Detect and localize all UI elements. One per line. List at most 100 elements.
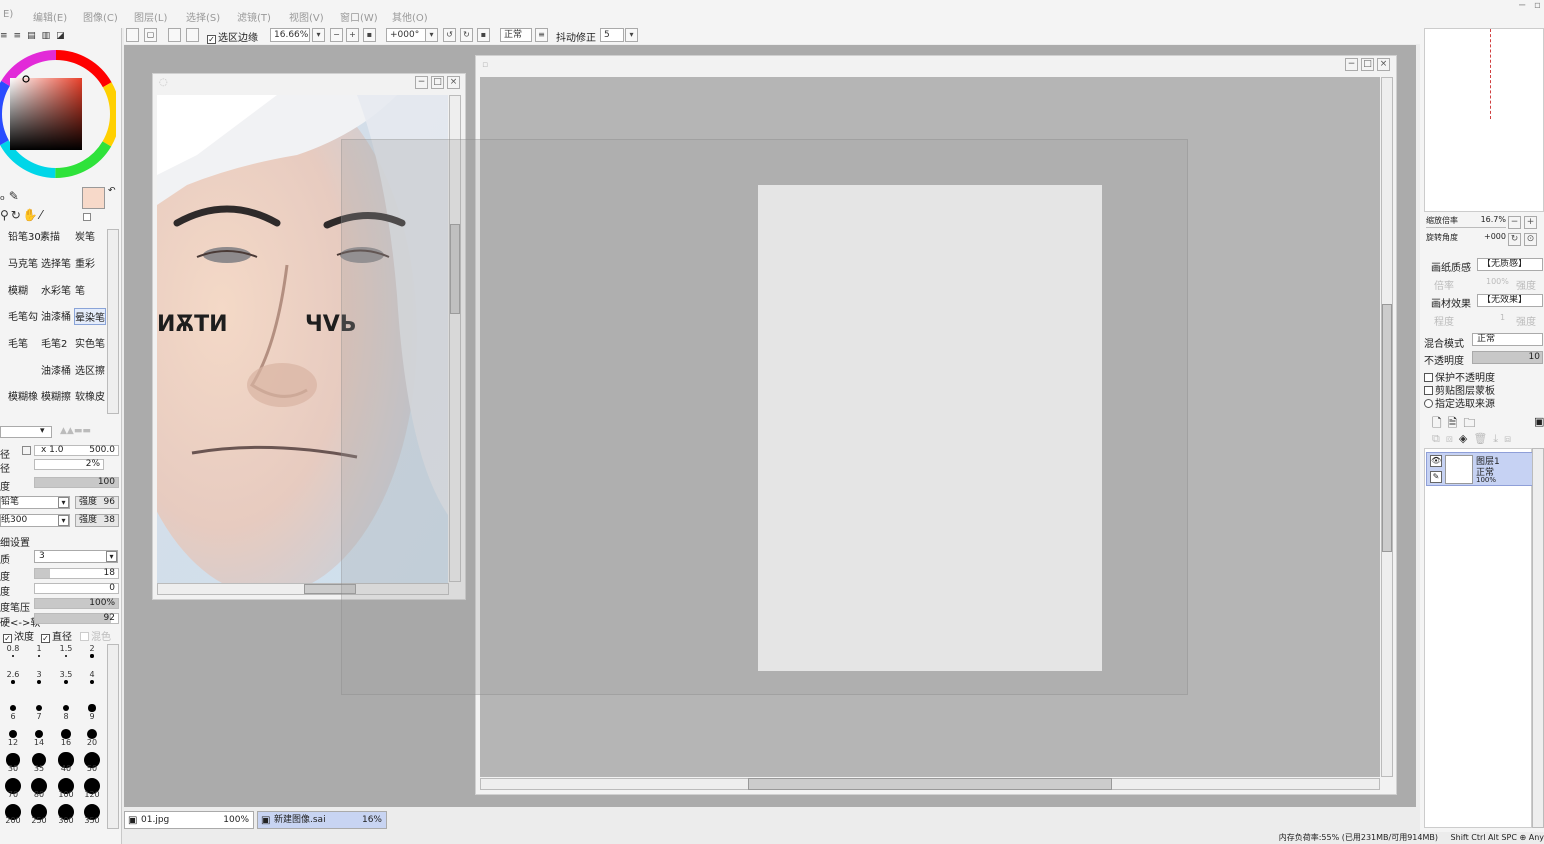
tab-new-image[interactable]: ▣ 新建图像.sai 16% (257, 811, 387, 829)
brush-size-dot[interactable] (11, 680, 15, 684)
canvas-vscroll-thumb[interactable] (1382, 304, 1392, 552)
blend-mode-field[interactable]: 正常 (1472, 333, 1543, 346)
opacity-slider[interactable]: 10 (1472, 351, 1543, 364)
layer-row[interactable]: 👁 ✎ 图层1 正常 100% (1426, 452, 1542, 486)
brush-slot[interactable]: 毛笔勾 (8, 308, 38, 323)
brush-slot[interactable]: 笔 (75, 282, 85, 297)
close-icon[interactable]: × (1377, 58, 1390, 71)
color-wheel[interactable] (0, 44, 116, 180)
new-layer-icon[interactable]: 🗋 (1432, 416, 1448, 430)
brush-slot[interactable]: 模糊 (8, 282, 28, 297)
brush-slot[interactable]: 毛笔 (8, 335, 28, 350)
brush-size-dot[interactable] (90, 654, 94, 658)
navigator-preview[interactable] (1424, 28, 1544, 212)
rotation-dropdown-icon[interactable]: ▾ (425, 28, 438, 42)
pen-select-icon[interactable]: ✎ (9, 189, 19, 203)
brush-size-dot[interactable] (35, 704, 43, 712)
zoom-tool-icon[interactable]: ⚲ (0, 208, 11, 222)
stabilizer-field[interactable]: 5 (600, 28, 624, 42)
edge-slider[interactable]: 18 (34, 568, 119, 579)
menu-layer[interactable]: 图层(L) (134, 9, 167, 24)
mix-pressure-checkbox[interactable]: 混色 (80, 628, 111, 643)
menu-other[interactable]: 其他(O) (392, 9, 428, 24)
brush-size-dot[interactable] (37, 654, 41, 658)
new-folder-icon[interactable]: 🗀 (1463, 416, 1481, 430)
diameter-slider[interactable]: x 1.0 500.0 (34, 445, 119, 456)
menu-view[interactable]: 视图(V) (289, 9, 324, 24)
stabilizer-dropdown-icon[interactable]: ▾ (625, 28, 638, 42)
zoom-reset-icon[interactable]: ▪ (363, 28, 376, 42)
zoom-in-icon[interactable]: + (346, 28, 359, 42)
brush-slot[interactable]: 素描 (40, 228, 60, 243)
minimize-icon[interactable]: − (415, 76, 428, 89)
layer-list-scrollbar[interactable] (1532, 448, 1544, 828)
canvas-hscroll-thumb[interactable] (748, 778, 1112, 790)
nav-zoom-out-icon[interactable]: − (1508, 216, 1521, 229)
brush-slot[interactable]: 软橡皮 (75, 388, 105, 403)
min-diameter-slider[interactable]: 2% (34, 459, 104, 470)
close-icon[interactable]: × (447, 76, 460, 89)
minimize-icon[interactable]: − (1345, 58, 1358, 71)
density-slider[interactable]: 100 (34, 477, 119, 488)
panel-layout-icons[interactable]: ≡≡▤▥◪ (0, 31, 90, 41)
minimize-icon[interactable]: − (1518, 0, 1526, 11)
zoom-slider-line[interactable] (1426, 227, 1506, 228)
brush-size-dot[interactable] (10, 705, 16, 711)
zoom-field[interactable]: 16.66% (270, 28, 310, 42)
clear-layer-icon[interactable]: ◈ (1459, 432, 1473, 445)
lasso-tool-icon[interactable]: ₒ (0, 189, 5, 203)
shape2-strength[interactable]: 强度 38 (75, 514, 119, 527)
menu-window[interactable]: E) (3, 9, 13, 20)
deselect-icon[interactable] (126, 28, 139, 42)
brush-size-dot[interactable] (63, 679, 69, 685)
invert-selection-icon[interactable] (168, 28, 181, 42)
brush-slot[interactable]: 实色笔 (75, 335, 105, 350)
rotation-field[interactable]: +000° (386, 28, 426, 42)
restore-icon[interactable]: ▫ (1534, 0, 1541, 11)
diameter-pressure-checkbox[interactable]: ✓ 直径 (41, 628, 72, 643)
pressure-hardness-slider[interactable]: 92 (34, 613, 119, 624)
nav-rotate-reset-icon[interactable]: ⊙ (1524, 233, 1537, 246)
eyedropper-icon[interactable]: ⁄ (40, 208, 44, 222)
rotate-tool-icon[interactable]: ↻ (11, 208, 23, 222)
brush-slot[interactable]: 马克笔 (8, 255, 38, 270)
menu-image[interactable]: 图像(C) (83, 9, 118, 24)
diameter-toggle[interactable] (22, 446, 31, 455)
copy-layer-icon[interactable]: ⧉ (1432, 432, 1446, 445)
density-pressure-checkbox[interactable]: ✓ 浓度 (3, 628, 34, 643)
brush-shape-icons[interactable]: ▲▲▬▬ (60, 426, 91, 436)
maximize-icon[interactable]: □ (431, 76, 444, 89)
brush-size-dot[interactable] (11, 654, 15, 658)
nav-rotate-icon[interactable]: ↻ (1508, 233, 1521, 246)
brush-size-scrollbar[interactable] (107, 644, 119, 829)
selection-edge-checkbox[interactable]: ✓ 选区边缘 (207, 29, 258, 44)
merge-icon[interactable]: ⧇ (1446, 432, 1459, 445)
paper-texture-field[interactable]: 【无质感】 (1477, 258, 1543, 271)
visibility-eye-icon[interactable]: 👁 (1430, 455, 1442, 467)
flip-icon[interactable]: ≡ (535, 28, 548, 42)
brush-slot[interactable]: 水彩笔 (41, 282, 71, 297)
brush-slot[interactable]: 炭笔 (75, 228, 95, 243)
transparent-color-icon[interactable] (83, 213, 91, 221)
brush-size-dot[interactable] (64, 654, 68, 658)
merge-visible-icon[interactable]: ⧈ (1504, 432, 1517, 445)
min-density-slider[interactable]: 0 (34, 583, 119, 594)
brush-size-dot[interactable] (89, 679, 95, 685)
show-selection-icon[interactable] (186, 28, 199, 42)
brush-slot[interactable]: 选择笔 (41, 255, 71, 270)
edit-pencil-icon[interactable]: ✎ (1430, 471, 1442, 483)
brush-size-dot[interactable] (88, 704, 96, 712)
brush-slot[interactable]: 重彩 (75, 255, 95, 270)
brush-slot[interactable]: 油漆桶 (41, 308, 71, 323)
shape2-dropdown-icon[interactable]: ▾ (58, 515, 69, 526)
material-field[interactable]: 【无效果】 (1477, 294, 1543, 307)
blend-mode-field[interactable]: 正常 (500, 28, 532, 42)
brush-slot[interactable]: 模糊擦 (41, 388, 71, 403)
new-linework-icon[interactable]: 🗎 (1448, 416, 1464, 430)
swap-colors-icon[interactable]: ↶ (108, 186, 116, 196)
hand-tool-icon[interactable]: ✋ (23, 208, 40, 222)
brush-slot[interactable]: 选区擦 (75, 362, 105, 377)
brush-size-dot[interactable] (8, 729, 18, 739)
maximize-icon[interactable]: □ (1361, 58, 1374, 71)
brush-slot[interactable]: 铅笔30 (8, 228, 41, 243)
